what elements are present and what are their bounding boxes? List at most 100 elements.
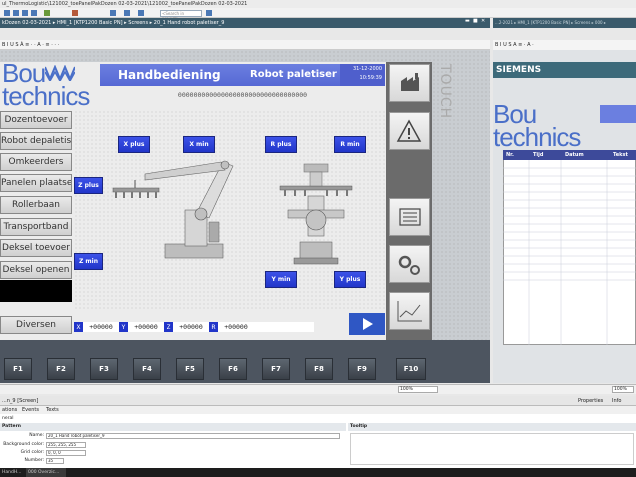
coord-r-label: R [209, 322, 218, 332]
nav-deksel-openen[interactable]: Deksel openen [0, 261, 72, 279]
next-page-button[interactable] [349, 313, 385, 335]
nav-deksel-toevoer[interactable]: Deksel toevoer [0, 239, 72, 257]
section-general[interactable]: neral [2, 416, 13, 421]
col-tijd: Tijd [533, 152, 544, 158]
fkey-f9[interactable]: F9 [348, 358, 376, 380]
coord-z-value: +00000 [179, 323, 203, 331]
list-button[interactable] [389, 198, 430, 236]
fkey-f2[interactable]: F2 [47, 358, 75, 380]
nav-empty-slot[interactable] [0, 280, 72, 302]
nav-panelen-plaatsen[interactable]: Panelen plaatsen [0, 174, 72, 192]
fkey-f8[interactable]: F8 [305, 358, 333, 380]
subtab-events[interactable]: Events [22, 406, 39, 414]
window-controls: ▬ ■ ✕ [462, 18, 490, 28]
number-field[interactable]: 35 [46, 458, 64, 464]
fkey-f7[interactable]: F7 [262, 358, 290, 380]
print-icon[interactable] [31, 10, 37, 16]
properties-tab[interactable]: Properties [578, 396, 603, 406]
search-input[interactable]: <Search in project> [160, 10, 202, 21]
nav-transportband[interactable]: Transportband [0, 218, 72, 236]
nav-omkeerders[interactable]: Omkeerders [0, 153, 72, 171]
empty-slot [389, 154, 430, 192]
y-plus-button[interactable]: Y plus [334, 271, 366, 288]
name-field[interactable]: 20_1 Hand robot paletiser_9 [46, 433, 340, 439]
subtab-animations[interactable]: ations [2, 406, 17, 414]
zoom-select-right[interactable]: 100% [612, 386, 634, 393]
nav-robot-depaletiser[interactable]: Robot depaletiser [0, 132, 72, 150]
fkey-f1[interactable]: F1 [4, 358, 32, 380]
info-tab[interactable]: Info [612, 396, 621, 406]
close-icon[interactable]: ✕ [481, 18, 485, 24]
x-plus-button[interactable]: X plus [118, 136, 150, 153]
search-go-icon[interactable] [206, 10, 212, 16]
warning-icon [396, 119, 422, 142]
zoom-select-left[interactable]: 100% [398, 386, 438, 393]
list-icon [399, 208, 421, 226]
logo-wave-icon [44, 64, 77, 83]
coord-y-value: +00000 [134, 323, 158, 331]
download-icon[interactable] [124, 10, 130, 16]
open-project-icon[interactable] [13, 10, 19, 16]
save-project-icon[interactable] [22, 10, 28, 16]
touch-label: TOUCH [437, 64, 453, 120]
fkey-f6[interactable]: F6 [219, 358, 247, 380]
z-plus-button[interactable]: Z plus [74, 177, 103, 194]
grid-color-field[interactable]: 0, 0, 0 [46, 450, 86, 456]
r-plus-button[interactable]: R plus [265, 136, 297, 153]
date-field: 31-12-2000 [352, 66, 382, 72]
maximize-icon[interactable]: ■ [473, 18, 478, 24]
logo-line2: technics [2, 81, 90, 111]
status-zeros: 000000000000000000000000000000000 [177, 91, 308, 99]
properties-subtabs: ations Events Texts [0, 406, 636, 414]
coordinate-readout: X +00000 Y +00000 Z +00000 R +00000 [74, 322, 314, 332]
section-tooltip: Tooltip [348, 423, 636, 431]
fkey-f3[interactable]: F3 [90, 358, 118, 380]
nav-diversen[interactable]: Diversen [0, 316, 72, 334]
bg-color-label: Background color: [3, 442, 44, 447]
robot-side-view-image [112, 160, 234, 259]
boutechnics-logo: Bou technics [2, 60, 100, 111]
coord-y-label: Y [119, 322, 128, 332]
new-project-icon[interactable] [4, 10, 10, 16]
subtab-texts[interactable]: Texts [46, 406, 59, 414]
grid-color-label: Grid color: [20, 450, 44, 455]
taskbar: HandH... 000 Overzic... [0, 468, 636, 477]
bg-color-field[interactable]: 255, 255, 255 [46, 442, 86, 448]
right-logo-band [600, 105, 636, 123]
cross-icon[interactable] [138, 10, 144, 16]
minimize-icon[interactable]: ▬ [465, 18, 470, 24]
properties-panel: ations Events Texts neral Pattern Toolti… [0, 406, 636, 468]
tooltip-field[interactable] [350, 433, 634, 465]
format-toolbar[interactable]: B I U S Ȧ ≡ · · A · ≡ · · · [0, 40, 490, 50]
gear-icon [398, 255, 420, 275]
trend-button[interactable] [389, 292, 430, 330]
compile-icon[interactable] [110, 10, 116, 16]
object-title: ...n_9 [Screen] [2, 398, 39, 404]
taskbar-item-2[interactable]: 000 Overzic... [26, 468, 66, 477]
section-pattern: Pattern [0, 423, 346, 431]
alarm-table-header: Nr. Tijd Datum Tekst [503, 150, 636, 160]
nav-dozentoevoer[interactable]: Dozentoevoer [0, 111, 72, 129]
r-min-button[interactable]: R min [334, 136, 366, 153]
go-online-icon[interactable] [44, 10, 50, 16]
settings-button[interactable] [389, 245, 430, 283]
z-min-button[interactable]: Z min [74, 253, 103, 270]
alarm-button[interactable] [389, 112, 430, 150]
factory-icon [401, 73, 419, 91]
col-tekst: Tekst [613, 152, 628, 158]
alarm-table-rows [503, 160, 636, 345]
x-min-button[interactable]: X min [183, 136, 215, 153]
coord-r-value: +00000 [224, 323, 248, 331]
time-field: 10:59:39 [359, 75, 382, 81]
taskbar-item-1[interactable]: HandH... [2, 468, 21, 477]
breadcrumb-right: ...2-2021 ▸ HMI_1 [KTP1200 Basic PN] ▸ S… [493, 18, 636, 28]
factory-button[interactable] [389, 64, 430, 102]
go-offline-icon[interactable] [72, 10, 78, 16]
name-label: Name: [29, 433, 44, 438]
fkey-f10[interactable]: F10 [396, 358, 426, 380]
fkey-f4[interactable]: F4 [133, 358, 161, 380]
nav-rollerbaan[interactable]: Rollerbaan [0, 196, 72, 214]
format-toolbar-right[interactable]: B I U S A ≡ · A · [493, 40, 636, 50]
fkey-f5[interactable]: F5 [176, 358, 204, 380]
y-min-button[interactable]: Y min [265, 271, 297, 288]
